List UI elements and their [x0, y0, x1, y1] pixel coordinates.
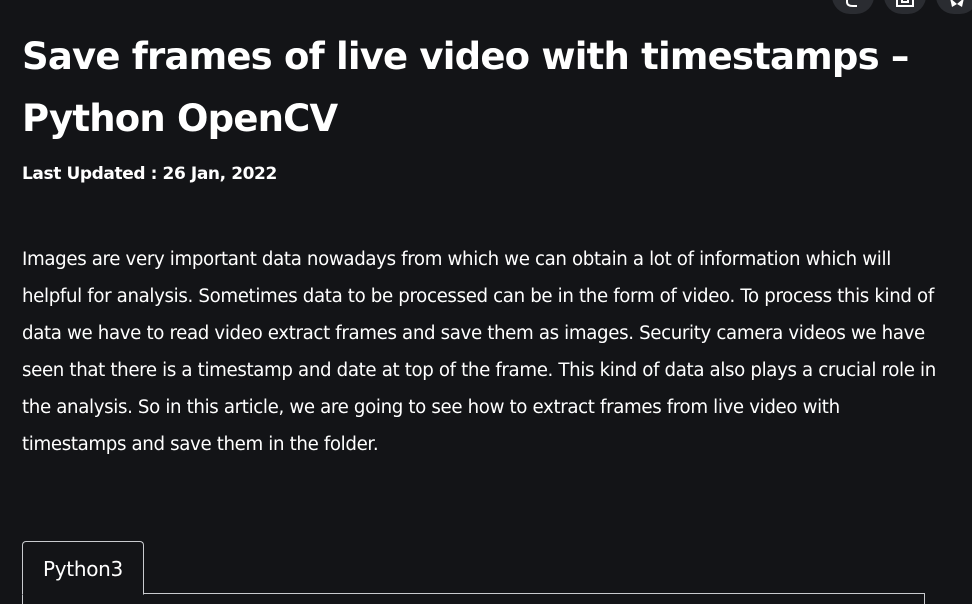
share-icon: [846, 0, 857, 7]
bookmark-button[interactable]: [884, 0, 926, 14]
article-intro: Images are very important data nowadays …: [22, 249, 936, 455]
share-button[interactable]: [832, 0, 874, 14]
article-actions: [832, 0, 972, 14]
star-icon: [950, 0, 964, 7]
article-title: Save frames of live video with timestamp…: [22, 35, 909, 140]
star-button[interactable]: [936, 0, 972, 14]
article-page: Save frames of live video with timestamp…: [0, 0, 972, 604]
code-block: [22, 593, 925, 604]
last-updated: Last Updated : 26 Jan, 2022: [22, 164, 277, 184]
bookmark-icon: [896, 0, 914, 7]
tab-python3[interactable]: Python3: [22, 541, 144, 595]
